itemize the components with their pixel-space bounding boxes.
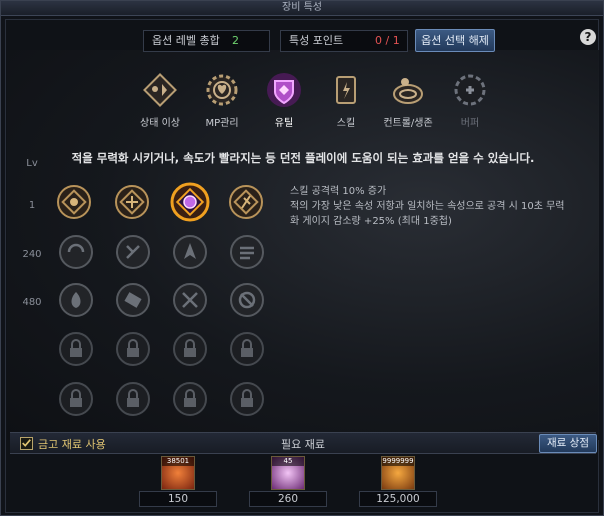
locked-slot-icon [59,332,93,366]
trait-slot-2-4[interactable] [229,234,265,270]
locked-slot-icon [59,382,93,416]
tab-label: MP관리 [205,118,239,129]
locked-slot-icon [173,382,207,416]
trait-points-label: 특성 포인트 [289,34,344,47]
trait-slot-1-1[interactable] [56,184,92,220]
material-slot-3[interactable]: 9999999 [381,456,415,490]
window-title: 장비 특성 [1,1,603,16]
locked-slot-icon [116,382,150,416]
buffer-plus-icon [454,74,486,106]
level-label: 1 [28,200,36,211]
materials-bar: 금고 재료 사용 필요 재료 재료 상점 [10,432,597,454]
trait-slot-3-2[interactable] [115,282,151,318]
level-header: Lv [26,158,38,169]
option-level-value: 2 [232,34,239,47]
tab-skill[interactable]: 스킬 [316,68,376,132]
locked-slot-icon [173,332,207,366]
locked-slot-icon [116,332,150,366]
trait-panel: 옵션 레벨 총합 2 특성 포인트 0 / 1 옵션 선택 해제 ? 상태 이상… [5,19,599,513]
material-required: 150 [139,491,217,507]
trait-slot-3-1[interactable] [58,282,94,318]
equipment-trait-window: 장비 특성 옵션 레벨 총합 2 특성 포인트 0 / 1 옵션 선택 해제 ?… [0,0,604,516]
trait-slot-3-3[interactable] [172,282,208,318]
trait-slot-2-2[interactable] [115,234,151,270]
trait-points-value: 0 / 1 [375,34,400,47]
tab-mp-management[interactable]: MP관리 [192,68,252,132]
tab-label: 유틸 [274,118,294,129]
required-materials-title: 필요 재료 [281,438,325,451]
trait-slot-3-4[interactable] [229,282,265,318]
tab-label: 상태 이상 [140,118,180,129]
locked-slot-icon [230,332,264,366]
tooltip-line: 스킬 공격력 10% 증가 [290,186,387,197]
material-stock: 38501 [162,457,194,466]
trait-slot-2-1[interactable] [58,234,94,270]
tab-control-survival[interactable]: 컨트롤/생존 [378,68,438,132]
trait-slot-1-3-selected[interactable] [170,182,210,222]
material-slot-2[interactable]: 45 [271,456,305,490]
tab-status-effect[interactable]: 상태 이상 [130,68,190,132]
trait-slot-2-3[interactable] [172,234,208,270]
tab-label: 스킬 [336,118,356,129]
utility-shield-icon [267,73,301,107]
tab-buffer[interactable]: 버퍼 [440,68,500,132]
mp-gear-icon [206,74,238,106]
trait-slot-1-4[interactable] [228,184,264,220]
level-label: 240 [22,249,42,260]
trait-slot-1-2[interactable] [114,184,150,220]
material-stock: 9999999 [382,457,414,466]
option-level-total: 옵션 레벨 총합 2 [143,30,270,52]
tooltip-line: 적의 가장 낮은 속성 저항과 일치하는 속성으로 공격 시 10초 무력 [290,201,565,212]
category-description: 적을 무력화 시키거나, 속도가 빨라지는 등 던전 플레이에 도움이 되는 효… [71,151,535,165]
tab-utility[interactable]: 유틸 [254,68,314,132]
help-icon[interactable]: ? [580,29,596,45]
tooltip-line: 화 게이지 감소량 +25% (최대 1중첩) [290,216,452,227]
tab-label: 버퍼 [460,118,480,129]
status-effect-icon [143,73,177,107]
material-shop-button[interactable]: 재료 상점 [539,434,597,453]
material-required: 125,000 [359,491,437,507]
level-label: 480 [22,297,42,308]
tab-label: 컨트롤/생존 [383,118,433,129]
locked-slot-icon [230,382,264,416]
trait-points: 특성 포인트 0 / 1 [280,30,408,52]
trait-tooltip: 스킬 공격력 10% 증가 적의 가장 낮은 속성 저항과 일치하는 속성으로 … [290,184,592,229]
material-slot-1[interactable]: 38501 [161,456,195,490]
material-required: 260 [249,491,327,507]
reset-selection-button[interactable]: 옵션 선택 해제 [415,29,495,52]
option-level-label: 옵션 레벨 총합 [152,34,220,47]
control-survival-icon [393,78,423,104]
material-stock: 45 [272,457,304,466]
skill-book-icon [336,76,356,104]
